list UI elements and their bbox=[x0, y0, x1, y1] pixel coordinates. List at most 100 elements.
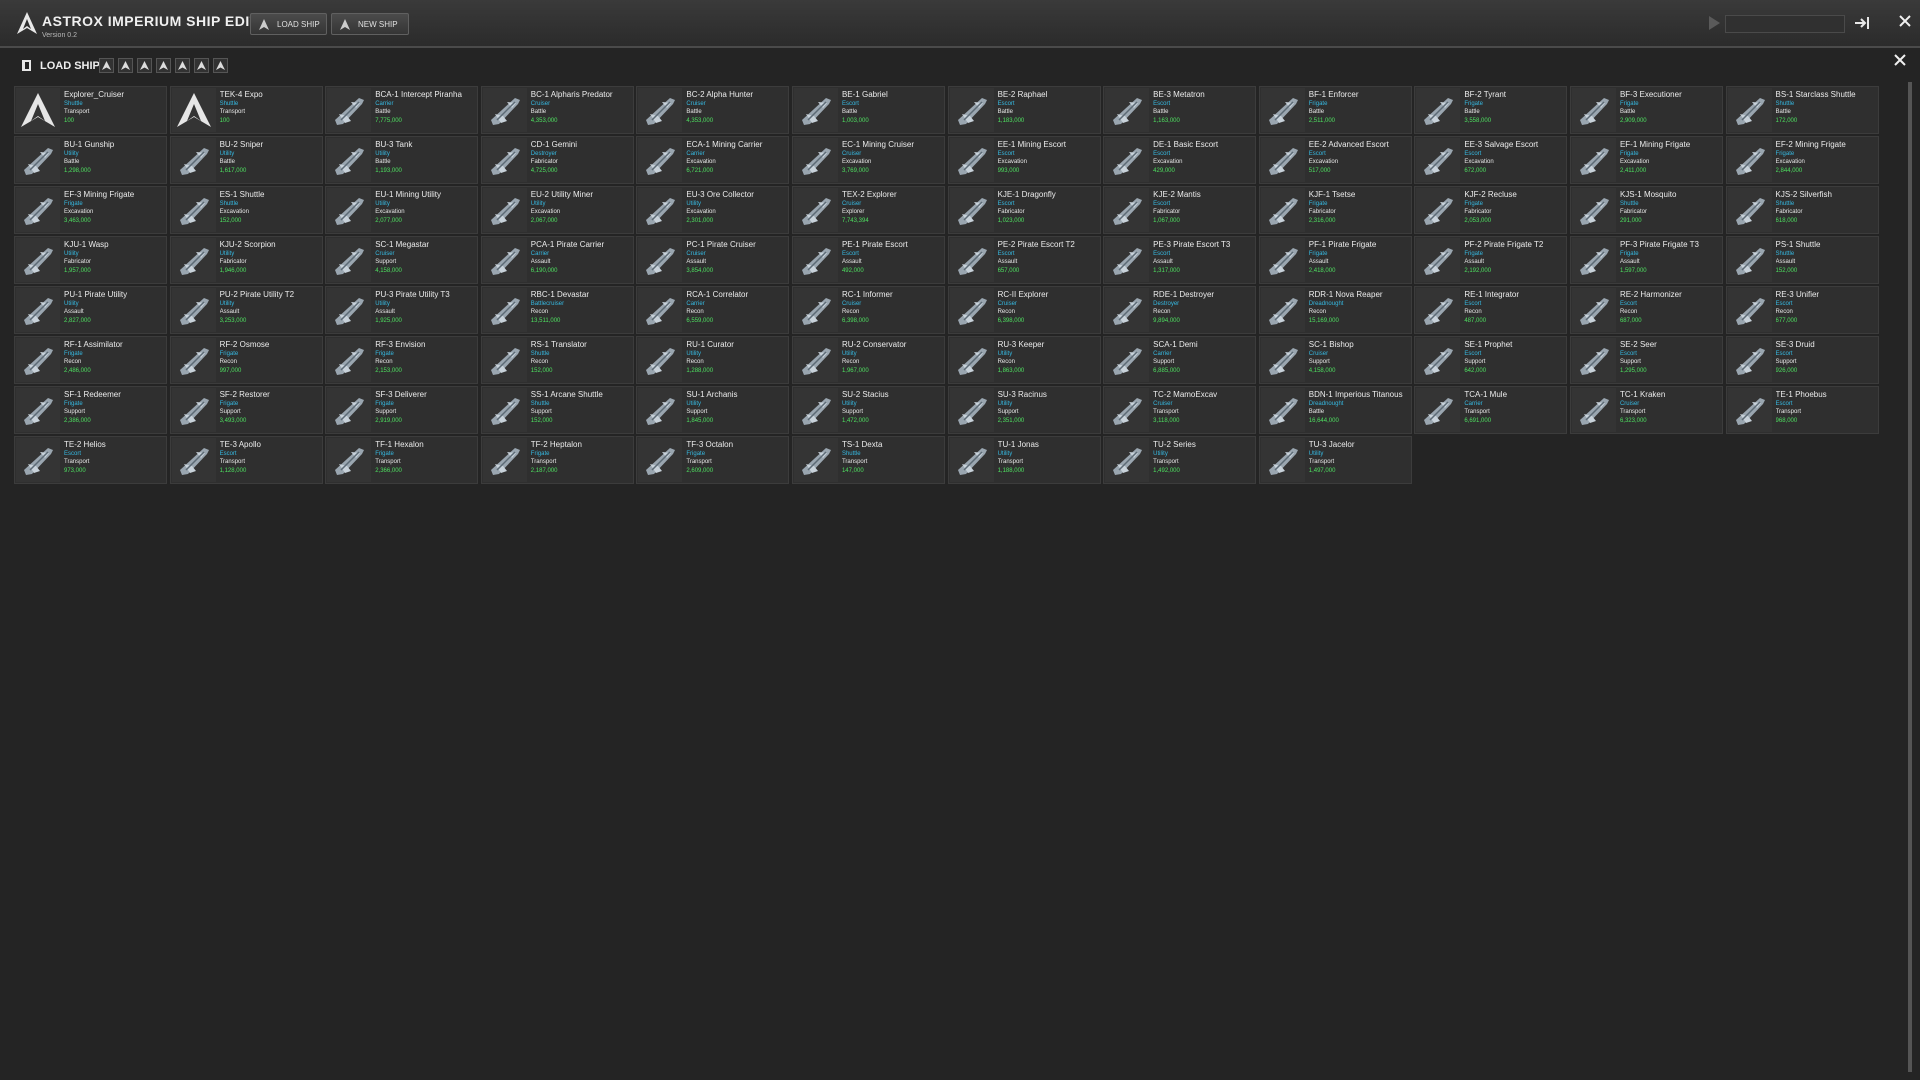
ship-card[interactable]: SF-3 Deliverer Frigate Support 2,919,000 bbox=[325, 386, 479, 434]
filter-shuttle-icon[interactable] bbox=[99, 58, 114, 73]
ship-card[interactable]: RCA-1 Correlator Carrier Recon 6,559,000 bbox=[636, 286, 790, 334]
ship-card[interactable]: RF-1 Assimilator Frigate Recon 2,486,000 bbox=[14, 336, 167, 384]
ship-card[interactable]: ECA-1 Mining Carrier Carrier Excavation … bbox=[636, 136, 790, 184]
ship-card[interactable]: TS-1 Dexta Shuttle Transport 147,000 bbox=[791, 436, 945, 484]
ship-card[interactable]: ES-1 Shuttle Shuttle Excavation 152,000 bbox=[169, 186, 323, 234]
ship-card[interactable]: BU-3 Tank Utility Battle 1,193,000 bbox=[325, 136, 479, 184]
ship-card[interactable]: TU-1 Jonas Utility Transport 1,188,000 bbox=[947, 436, 1101, 484]
ship-card[interactable]: TU-2 Series Utility Transport 1,492,000 bbox=[1103, 436, 1257, 484]
ship-name-input[interactable] bbox=[1725, 15, 1845, 33]
scrollbar-thumb[interactable] bbox=[1908, 82, 1912, 1072]
ship-card[interactable]: TEX-2 Explorer Cruiser Explorer 7,743,39… bbox=[791, 186, 945, 234]
ship-card[interactable]: RC-1 Informer Cruiser Recon 6,398,000 bbox=[791, 286, 945, 334]
ship-card[interactable]: RU-2 Conservator Utility Recon 1,967,000 bbox=[791, 336, 945, 384]
ship-card[interactable]: SS-1 Arcane Shuttle Shuttle Support 152,… bbox=[480, 386, 634, 434]
ship-card[interactable]: RE-1 Integrator Escort Recon 487,000 bbox=[1414, 286, 1568, 334]
ship-card[interactable]: PC-1 Pirate Cruiser Cruiser Assault 3,85… bbox=[636, 236, 790, 284]
ship-card[interactable]: PE-1 Pirate Escort Escort Assault 492,00… bbox=[791, 236, 945, 284]
ship-card[interactable]: KJE-2 Mantis Escort Fabricator 1,067,000 bbox=[1103, 186, 1257, 234]
ship-card[interactable]: PU-2 Pirate Utility T2 Utility Assault 3… bbox=[169, 286, 323, 334]
close-icon[interactable] bbox=[1898, 14, 1912, 28]
ship-card[interactable]: SCA-1 Demi Carrier Support 6,885,000 bbox=[1103, 336, 1257, 384]
ship-card[interactable]: PS-1 Shuttle Shuttle Assault 152,000 bbox=[1725, 236, 1879, 284]
ship-card[interactable]: BE-1 Gabriel Escort Battle 1,003,000 bbox=[791, 86, 945, 134]
ship-card[interactable]: KJS-1 Mosquito Shuttle Fabricator 291,00… bbox=[1569, 186, 1723, 234]
ship-card[interactable]: KJU-1 Wasp Utility Fabricator 1,957,000 bbox=[14, 236, 167, 284]
ship-card[interactable]: KJU-2 Scorpion Utility Fabricator 1,946,… bbox=[169, 236, 323, 284]
ship-card[interactable]: PF-2 Pirate Frigate T2 Frigate Assault 2… bbox=[1414, 236, 1568, 284]
ship-card[interactable]: BS-1 Starclass Shuttle Shuttle Battle 17… bbox=[1725, 86, 1879, 134]
ship-card[interactable]: PU-3 Pirate Utility T3 Utility Assault 1… bbox=[325, 286, 479, 334]
ship-card[interactable]: KJE-1 Dragonfly Escort Fabricator 1,023,… bbox=[947, 186, 1101, 234]
ship-card[interactable]: TU-3 Jacelor Utility Transport 1,497,000 bbox=[1258, 436, 1412, 484]
ship-card[interactable]: BU-1 Gunship Utility Battle 1,298,000 bbox=[14, 136, 167, 184]
ship-card[interactable]: RU-3 Keeper Utility Recon 1,863,000 bbox=[947, 336, 1101, 384]
ship-card[interactable]: DE-1 Basic Escort Escort Excavation 429,… bbox=[1103, 136, 1257, 184]
ship-card[interactable]: RBC-1 Devastar Battlecruiser Recon 13,51… bbox=[480, 286, 634, 334]
ship-card[interactable]: KJF-2 Recluse Frigate Fabricator 2,053,0… bbox=[1414, 186, 1568, 234]
ship-card[interactable]: SU-2 Stacius Utility Support 1,472,000 bbox=[791, 386, 945, 434]
ship-card[interactable]: SC-1 Bishop Cruiser Support 4,158,000 bbox=[1258, 336, 1412, 384]
ship-card[interactable]: RF-2 Osmose Frigate Recon 997,000 bbox=[169, 336, 323, 384]
ship-card[interactable]: SE-1 Prophet Escort Support 642,000 bbox=[1414, 336, 1568, 384]
ship-card[interactable]: EU-2 Utility Miner Utility Excavation 2,… bbox=[480, 186, 634, 234]
filter-frigate-icon[interactable] bbox=[118, 58, 133, 73]
ship-card[interactable]: BC-1 Alpharis Predator Cruiser Battle 4,… bbox=[480, 86, 634, 134]
ship-card[interactable]: TEK-4 Expo Shuttle Transport 100 bbox=[169, 86, 323, 134]
ship-card[interactable]: BF-3 Executioner Frigate Battle 2,909,00… bbox=[1569, 86, 1723, 134]
ship-card[interactable]: TF-2 Heptalon Frigate Transport 2,187,00… bbox=[480, 436, 634, 484]
ship-card[interactable]: SU-1 Archanis Utility Support 1,845,000 bbox=[636, 386, 790, 434]
ship-card[interactable]: BC-2 Alpha Hunter Cruiser Battle 4,353,0… bbox=[636, 86, 790, 134]
ship-card[interactable]: RDR-1 Nova Reaper Dreadnought Recon 15,1… bbox=[1258, 286, 1412, 334]
ship-card[interactable]: TF-3 Octalon Frigate Transport 2,609,000 bbox=[636, 436, 790, 484]
ship-card[interactable]: TC-1 Kraken Cruiser Transport 6,323,000 bbox=[1569, 386, 1723, 434]
ship-card[interactable]: TE-3 Apollo Escort Transport 1,128,000 bbox=[169, 436, 323, 484]
ship-card[interactable]: EU-3 Ore Collector Utility Excavation 2,… bbox=[636, 186, 790, 234]
ship-card[interactable]: RU-1 Curator Utility Recon 1,288,000 bbox=[636, 336, 790, 384]
ship-card[interactable]: PF-1 Pirate Frigate Frigate Assault 2,41… bbox=[1258, 236, 1412, 284]
filter-carrier-icon[interactable] bbox=[194, 58, 209, 73]
ship-card[interactable]: EU-1 Mining Utility Utility Excavation 2… bbox=[325, 186, 479, 234]
filter-cruiser-icon[interactable] bbox=[156, 58, 171, 73]
ship-card[interactable]: TCA-1 Mule Carrier Transport 6,691,000 bbox=[1414, 386, 1568, 434]
play-icon[interactable] bbox=[1707, 15, 1721, 31]
ship-card[interactable]: SE-3 Druid Escort Support 926,000 bbox=[1725, 336, 1879, 384]
ship-card[interactable]: RC-II Explorer Cruiser Recon 6,398,000 bbox=[947, 286, 1101, 334]
filter-escort-icon[interactable] bbox=[137, 58, 152, 73]
ship-card[interactable]: PCA-1 Pirate Carrier Carrier Assault 6,1… bbox=[480, 236, 634, 284]
new-ship-button[interactable]: NEW SHIP bbox=[331, 13, 409, 35]
filter-destroyer-icon[interactable] bbox=[175, 58, 190, 73]
ship-card[interactable]: SC-1 Megastar Cruiser Support 4,158,000 bbox=[325, 236, 479, 284]
export-icon[interactable] bbox=[1853, 14, 1871, 32]
ship-card[interactable]: RF-3 Envision Frigate Recon 2,153,000 bbox=[325, 336, 479, 384]
ship-card[interactable]: BE-2 Raphael Escort Battle 1,183,000 bbox=[947, 86, 1101, 134]
ship-card[interactable]: TE-1 Phoebus Escort Transport 968,000 bbox=[1725, 386, 1879, 434]
ship-card[interactable]: SU-3 Racinus Utility Support 2,351,000 bbox=[947, 386, 1101, 434]
ship-card[interactable]: KJS-2 Silverfish Shuttle Fabricator 618,… bbox=[1725, 186, 1879, 234]
ship-card[interactable]: BCA-1 Intercept Piranha Carrier Battle 7… bbox=[325, 86, 479, 134]
ship-card[interactable]: EF-3 Mining Frigate Frigate Excavation 3… bbox=[14, 186, 167, 234]
scrollbar[interactable] bbox=[1908, 82, 1912, 1072]
ship-card[interactable]: BF-1 Enforcer Frigate Battle 2,511,000 bbox=[1258, 86, 1412, 134]
ship-card[interactable]: EE-2 Advanced Escort Escort Excavation 5… bbox=[1258, 136, 1412, 184]
filter-battleship-icon[interactable] bbox=[213, 58, 228, 73]
ship-card[interactable]: BF-2 Tyrant Frigate Battle 3,558,000 bbox=[1414, 86, 1568, 134]
ship-card[interactable]: RE-3 Unifier Escort Recon 677,000 bbox=[1725, 286, 1879, 334]
ship-card[interactable]: Explorer_Cruiser Shuttle Transport 100 bbox=[14, 86, 167, 134]
ship-card[interactable]: PU-1 Pirate Utility Utility Assault 2,82… bbox=[14, 286, 167, 334]
ship-card[interactable]: TE-2 Helios Escort Transport 973,000 bbox=[14, 436, 167, 484]
ship-card[interactable]: BE-3 Metatron Escort Battle 1,163,000 bbox=[1103, 86, 1257, 134]
ship-card[interactable]: RDE-1 Destroyer Destroyer Recon 9,894,00… bbox=[1103, 286, 1257, 334]
ship-card[interactable]: EE-3 Salvage Escort Escort Excavation 67… bbox=[1414, 136, 1568, 184]
ship-card[interactable]: PE-3 Pirate Escort T3 Escort Assault 1,3… bbox=[1103, 236, 1257, 284]
ship-card[interactable]: BDN-1 Imperious Titanous Dreadnought Bat… bbox=[1258, 386, 1412, 434]
ship-card[interactable]: EF-1 Mining Frigate Frigate Excavation 2… bbox=[1569, 136, 1723, 184]
load-ship-button[interactable]: LOAD SHIP bbox=[250, 13, 327, 35]
ship-card[interactable]: SF-1 Redeemer Frigate Support 2,386,000 bbox=[14, 386, 167, 434]
panel-close-icon[interactable] bbox=[1894, 54, 1906, 66]
ship-card[interactable]: EF-2 Mining Frigate Frigate Excavation 2… bbox=[1725, 136, 1879, 184]
ship-card[interactable]: PE-2 Pirate Escort T2 Escort Assault 657… bbox=[947, 236, 1101, 284]
ship-card[interactable]: KJF-1 Tsetse Frigate Fabricator 2,316,00… bbox=[1258, 186, 1412, 234]
ship-card[interactable]: EE-1 Mining Escort Escort Excavation 993… bbox=[947, 136, 1101, 184]
ship-card[interactable]: RS-1 Translator Shuttle Recon 152,000 bbox=[480, 336, 634, 384]
